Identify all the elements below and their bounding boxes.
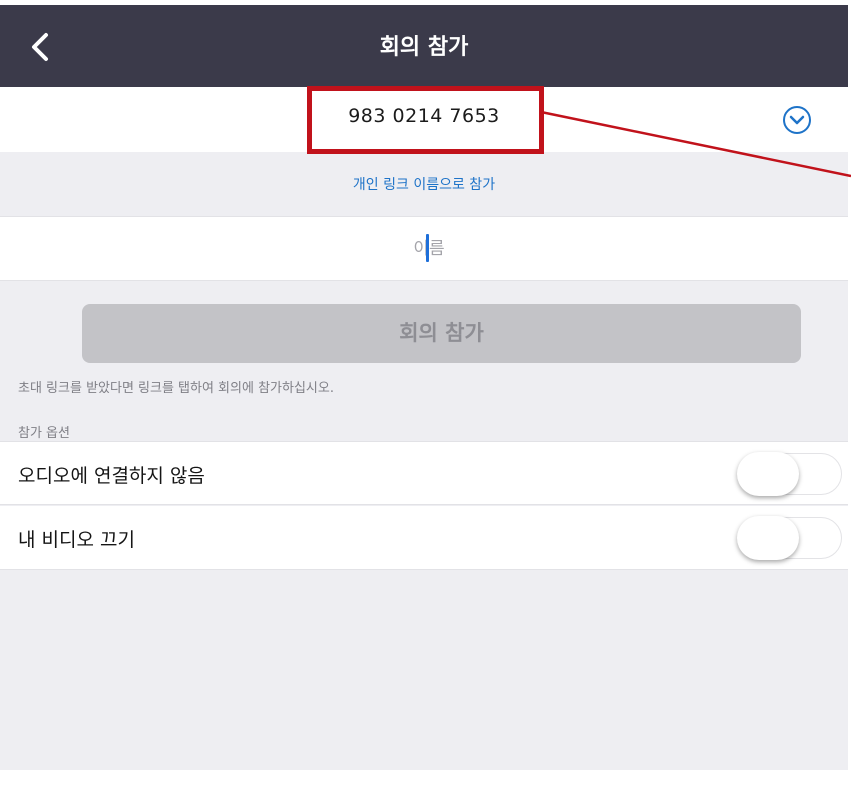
screenshot: 회의 참가 983 0214 7653 개인 링크 이름으로 참가 회의 참가 … bbox=[0, 0, 851, 796]
annotation-pointer-line bbox=[540, 110, 851, 178]
